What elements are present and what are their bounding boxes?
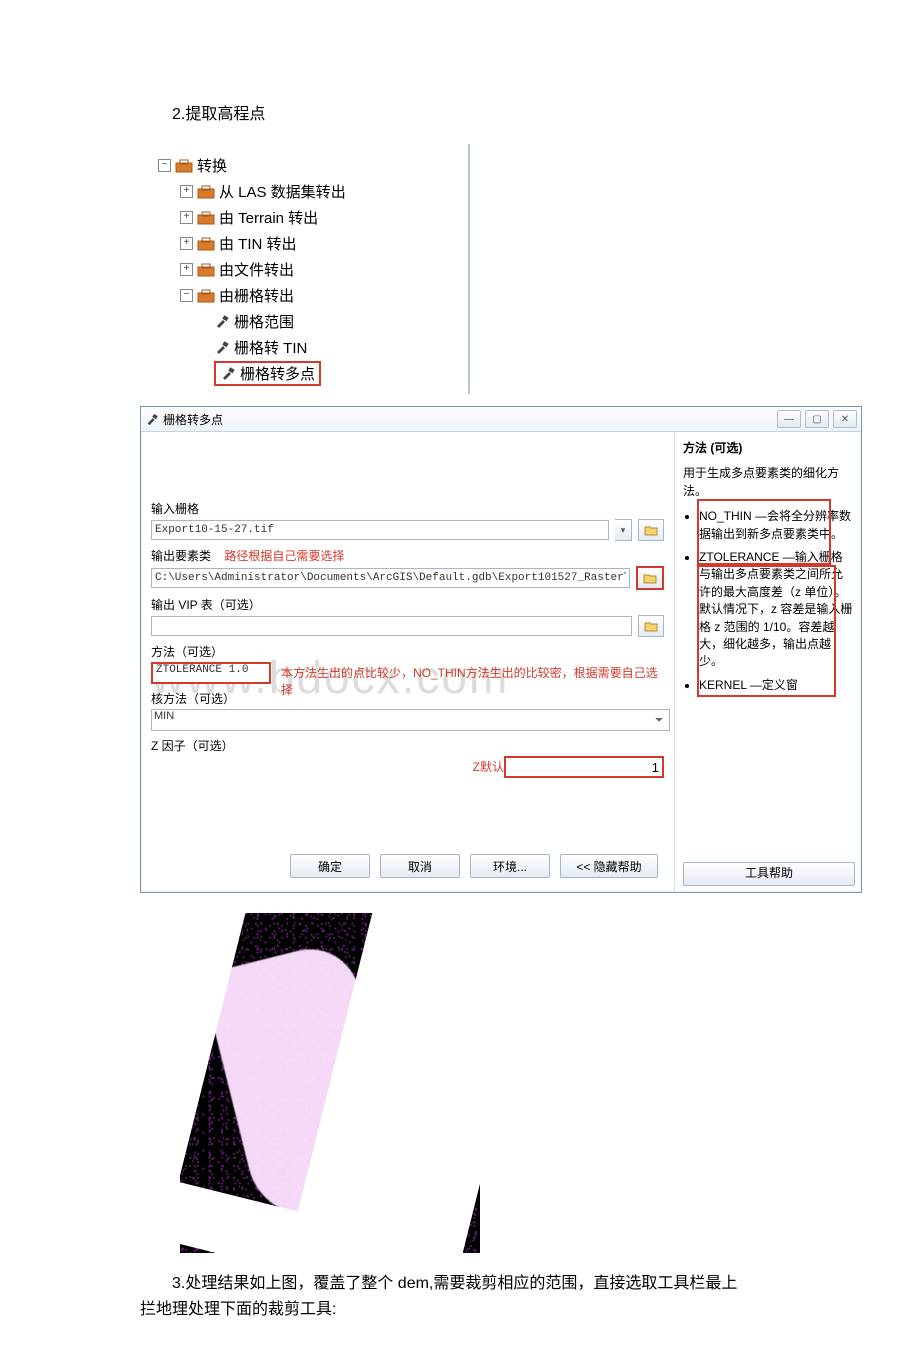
- expand-icon[interactable]: +: [180, 237, 193, 250]
- result-preview-image: [180, 913, 480, 1253]
- tree-leaf[interactable]: 栅格范围: [158, 308, 468, 334]
- expand-icon[interactable]: +: [180, 185, 193, 198]
- zfactor-field[interactable]: [504, 756, 664, 778]
- tree-node-raster-out[interactable]: − 由栅格转出: [158, 282, 468, 308]
- tree-node[interactable]: + 由 Terrain 转出: [158, 204, 468, 230]
- help-item: ZTOLERANCE —输入栅格与输出多点要素类之间所允许的最大高度差（z 单位…: [699, 549, 853, 671]
- section-3-text-line2: 拦地理处理下面的裁剪工具:: [140, 1297, 820, 1323]
- hide-help-button[interactable]: << 隐藏帮助: [560, 854, 658, 878]
- tree-label: 由 TIN 转出: [219, 233, 297, 254]
- browse-button[interactable]: [638, 519, 664, 541]
- dropdown-button[interactable]: ▾: [615, 519, 632, 541]
- tree-label: 栅格转多点: [240, 363, 315, 384]
- method-value[interactable]: ZTOLERANCE 1.0: [151, 662, 271, 684]
- vip-table-field[interactable]: [151, 616, 632, 636]
- input-raster-field[interactable]: [151, 520, 609, 540]
- collapse-icon[interactable]: −: [180, 289, 193, 302]
- tool-help-button[interactable]: 工具帮助: [683, 862, 855, 886]
- help-description: 用于生成多点要素类的细化方法。: [683, 465, 853, 500]
- dialog-title-text: 栅格转多点: [163, 411, 223, 428]
- annotation-z: Z默认: [473, 758, 504, 775]
- collapse-icon[interactable]: −: [158, 159, 171, 172]
- label-method: 方法（可选）: [151, 643, 664, 660]
- tree-label: 栅格范围: [234, 311, 294, 332]
- hammer-icon: [220, 365, 236, 381]
- maximize-button[interactable]: ▢: [805, 410, 829, 428]
- toolbox-icon: [175, 158, 193, 173]
- toolbox-icon: [197, 210, 215, 225]
- tree-node[interactable]: + 从 LAS 数据集转出: [158, 178, 468, 204]
- tree-node[interactable]: + 由文件转出: [158, 256, 468, 282]
- label-input-raster: 输入栅格: [151, 500, 664, 517]
- expand-icon[interactable]: +: [180, 263, 193, 276]
- kernel-select[interactable]: MIN: [151, 709, 670, 731]
- tree-leaf[interactable]: 栅格转 TIN: [158, 334, 468, 360]
- hammer-icon: [214, 339, 230, 355]
- help-panel: 方法 (可选) 用于生成多点要素类的细化方法。 NO_THIN —会将全分辨率数…: [675, 432, 861, 892]
- expand-icon[interactable]: +: [180, 211, 193, 224]
- tree-label: 转换: [197, 155, 227, 176]
- toolbox-icon: [197, 184, 215, 199]
- tree-label: 栅格转 TIN: [234, 337, 307, 358]
- dialog-titlebar[interactable]: 栅格转多点 — ▢ ✕: [141, 407, 861, 432]
- cancel-button[interactable]: 取消: [380, 854, 460, 878]
- ok-button[interactable]: 确定: [290, 854, 370, 878]
- browse-button[interactable]: [638, 615, 664, 637]
- label-output-fc: 输出要素类 路径根据自己需要选择: [151, 547, 664, 564]
- help-title: 方法 (可选): [683, 440, 853, 457]
- help-item: NO_THIN —会将全分辨率数据输出到新多点要素类中。: [699, 508, 853, 543]
- annotation-path: 路径根据自己需要选择: [224, 549, 344, 563]
- tree-node[interactable]: + 由 TIN 转出: [158, 230, 468, 256]
- section-2-title: 2.提取高程点: [140, 100, 820, 124]
- help-item: KERNEL —定义窗: [699, 677, 853, 694]
- hammer-icon: [214, 313, 230, 329]
- label-vip-table: 输出 VIP 表（可选）: [151, 596, 664, 613]
- close-button[interactable]: ✕: [833, 410, 857, 428]
- minimize-button[interactable]: —: [777, 410, 801, 428]
- tree-leaf-raster-to-multipoint[interactable]: 栅格转多点: [158, 360, 468, 386]
- toolbox-icon: [197, 236, 215, 251]
- dialog-raster-to-multipoint: 栅格转多点 — ▢ ✕ www.bdocx.com 输入栅格 ▾ 输出要素类 路…: [140, 406, 862, 893]
- tree-node-root[interactable]: − 转换: [158, 152, 468, 178]
- toolbox-icon: [197, 288, 215, 303]
- label-kernel: 核方法（可选）: [151, 690, 664, 707]
- tree-label: 由栅格转出: [219, 285, 294, 306]
- tree-toolbox-panel: − 转换 + 从 LAS 数据集转出 + 由 Terrain 转出 + 由 TI…: [150, 144, 470, 394]
- output-fc-field[interactable]: [151, 568, 630, 588]
- section-3-text-line1: 3.处理结果如上图，覆盖了整个 dem,需要裁剪相应的范围，直接选取工具栏最上: [140, 1271, 820, 1297]
- label-zfactor: Z 因子（可选）: [151, 737, 664, 754]
- browse-button[interactable]: [636, 566, 664, 590]
- toolbox-icon: [197, 262, 215, 277]
- tree-label: 由 Terrain 转出: [219, 207, 318, 228]
- environments-button[interactable]: 环境...: [470, 854, 550, 878]
- hammer-icon: [145, 412, 159, 426]
- tree-label: 从 LAS 数据集转出: [219, 181, 346, 202]
- tree-label: 由文件转出: [219, 259, 294, 280]
